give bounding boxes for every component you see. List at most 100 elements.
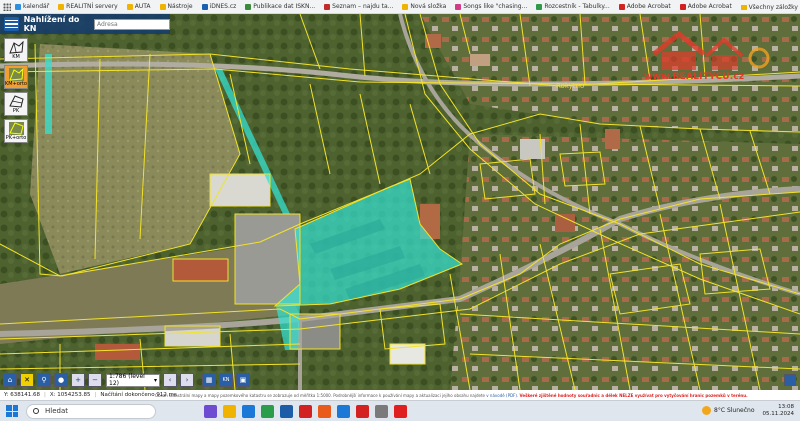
bookmark-icon xyxy=(618,3,625,10)
layer-km-orto-button[interactable]: KM+orto xyxy=(4,65,28,89)
prev-button[interactable]: ‹ xyxy=(163,373,177,387)
bookmark-item[interactable]: Songs like "chasing... xyxy=(455,3,527,10)
home-icon[interactable]: ⌂ xyxy=(3,373,17,387)
search-icon xyxy=(33,408,39,414)
bookmark-item[interactable]: Seznam – najdu ta... xyxy=(324,3,393,10)
bookmark-label: Songs like "chasing... xyxy=(463,3,528,10)
bookmark-icon xyxy=(58,3,65,10)
house-logo-icon xyxy=(652,30,770,70)
land-register-orto-icon xyxy=(9,122,24,135)
taskbar-search[interactable]: Hledat xyxy=(26,403,156,419)
map-title: Nahlížení do KN xyxy=(23,15,80,33)
bookmark-item[interactable]: REALITNÍ servery xyxy=(58,3,118,10)
layer-pk-label: PK xyxy=(12,108,20,114)
measure-icon[interactable]: ▦ xyxy=(202,373,216,387)
notice-text: Obsah katastrální mapy a mapy pozemkovéh… xyxy=(155,393,486,398)
taskbar-app-icon[interactable] xyxy=(356,404,369,418)
cadastral-orto-icon xyxy=(9,68,24,81)
taskbar-app-icon[interactable] xyxy=(223,404,236,418)
search-label: Hledat xyxy=(45,407,68,415)
coord-x: X: 1054253.85 xyxy=(49,391,91,398)
system-tray: 8°C Slunečno 13:08 05.11.2024 xyxy=(702,400,794,421)
zoom-search-icon[interactable]: ⚲ xyxy=(37,373,51,387)
bookmark-label: Publikace dat ISKN... xyxy=(253,3,316,10)
bookmark-icon xyxy=(455,3,462,10)
taskbar-app-icon[interactable] xyxy=(375,404,388,418)
zoom-out-button[interactable]: − xyxy=(88,373,102,387)
map-bottom-toolbar: ⌂ ✕ ⚲ ● + − 1:786 (level 12) ▾ ‹ › ▦ KN … xyxy=(0,370,800,390)
layer-pk-orto-label: PK+orto xyxy=(5,135,27,141)
bookmark-icon xyxy=(15,3,21,10)
map-layer-tools: KM KM+orto PK PK+orto xyxy=(4,38,28,143)
bookmark-item[interactable]: Publikace dat ISKN... xyxy=(245,3,315,10)
chevron-down-icon: ▾ xyxy=(153,376,157,384)
bookmark-icon xyxy=(245,3,252,10)
menu-icon[interactable] xyxy=(4,17,19,31)
land-register-icon xyxy=(9,95,24,108)
manual-link[interactable]: v návodě (PDF). xyxy=(486,393,518,398)
kn-label: KN xyxy=(222,377,230,383)
windows-taskbar: Hledat xyxy=(0,400,800,421)
bookmark-icon xyxy=(324,3,331,10)
scale-select[interactable]: 1:786 (level 12) ▾ xyxy=(106,373,160,387)
kn-button[interactable]: KN xyxy=(219,373,233,387)
map-info-icon[interactable]: ▣ xyxy=(236,373,250,387)
address-input[interactable] xyxy=(94,18,170,30)
clock[interactable]: 13:08 05.11.2024 xyxy=(763,404,795,418)
taskbar-app-icon[interactable] xyxy=(242,404,255,418)
bookmark-item[interactable]: Nová složka xyxy=(402,3,446,10)
bookmark-label: Nástroje xyxy=(167,3,193,10)
bookmark-label: iDNES.cz xyxy=(209,3,237,10)
taskbar-app-icon[interactable] xyxy=(337,404,350,418)
layer-km-orto-label: KM+orto xyxy=(5,81,27,87)
bookmark-icon xyxy=(402,3,409,10)
taskbar-apps xyxy=(204,404,413,418)
taskbar-app-icon[interactable] xyxy=(204,404,217,418)
taskbar-app-icon[interactable] xyxy=(299,404,312,418)
layers-icon[interactable] xyxy=(784,374,796,386)
cadastral-map-icon xyxy=(9,41,24,54)
layer-pk-orto-button[interactable]: PK+orto xyxy=(4,119,28,143)
bookmark-item[interactable]: Adobe Acrobat xyxy=(618,3,671,10)
bookmark-label: Adobe Acrobat xyxy=(626,3,671,10)
watermark-brand: www.REALITYCU.cz xyxy=(644,72,745,82)
taskbar-app-icon[interactable] xyxy=(261,404,274,418)
bookmark-label: Rozcestník - Tabulky... xyxy=(544,3,610,10)
apps-grid-icon[interactable] xyxy=(3,2,11,11)
time: 13:08 xyxy=(778,403,794,410)
page: kalendář REALITNÍ servery AUTA Nástroje iDNE… xyxy=(0,0,800,421)
bookmark-icon xyxy=(201,3,208,10)
bookmark-label: Adobe Acrobat xyxy=(687,3,732,10)
scale-value: 1:786 (level 12) xyxy=(109,373,145,387)
taskbar-app-icon[interactable] xyxy=(318,404,331,418)
bookmark-icon xyxy=(679,3,686,10)
bookmark-item[interactable]: iDNES.cz xyxy=(201,3,237,10)
next-button[interactable]: › xyxy=(180,373,194,387)
taskbar-app-icon[interactable] xyxy=(394,404,407,418)
bookmark-icon xyxy=(536,3,543,10)
windows-start-icon[interactable] xyxy=(6,405,18,417)
bookmarks-bar: kalendář REALITNÍ servery AUTA Nástroje iDNE… xyxy=(0,0,800,14)
coord-y: Y: 638141.68 xyxy=(4,391,40,398)
layer-km-button[interactable]: KM xyxy=(4,38,28,62)
map-header: Nahlížení do KN xyxy=(0,14,170,34)
folder-icon xyxy=(740,4,747,10)
bookmark-label: kalendář xyxy=(23,3,50,10)
bookmark-item[interactable]: Nástroje xyxy=(159,3,193,10)
date: 05.11.2024 xyxy=(762,410,795,417)
all-bookmarks[interactable]: Všechny záložky xyxy=(740,0,798,14)
bookmark-item[interactable]: kalendář xyxy=(15,3,49,10)
sun-icon xyxy=(702,406,712,415)
bookmark-item[interactable]: AUTA xyxy=(126,3,151,10)
location-pin-icon[interactable]: ● xyxy=(54,373,68,387)
all-bookmarks-label: Všechny záložky xyxy=(748,3,798,11)
close-icon[interactable]: ✕ xyxy=(20,373,34,387)
bookmark-item[interactable]: Rozcestník - Tabulky... xyxy=(536,3,610,10)
realitycu-watermark: www.REALITYCU.cz xyxy=(644,28,774,88)
notice-warning: Veškeré zjištěné hodnoty souřadnic a dél… xyxy=(519,393,748,398)
zoom-in-button[interactable]: + xyxy=(71,373,85,387)
bookmark-item[interactable]: Adobe Acrobat xyxy=(679,3,732,10)
taskbar-app-icon[interactable] xyxy=(280,404,293,418)
layer-km-label: KM xyxy=(12,54,20,60)
layer-pk-button[interactable]: PK xyxy=(4,92,28,116)
